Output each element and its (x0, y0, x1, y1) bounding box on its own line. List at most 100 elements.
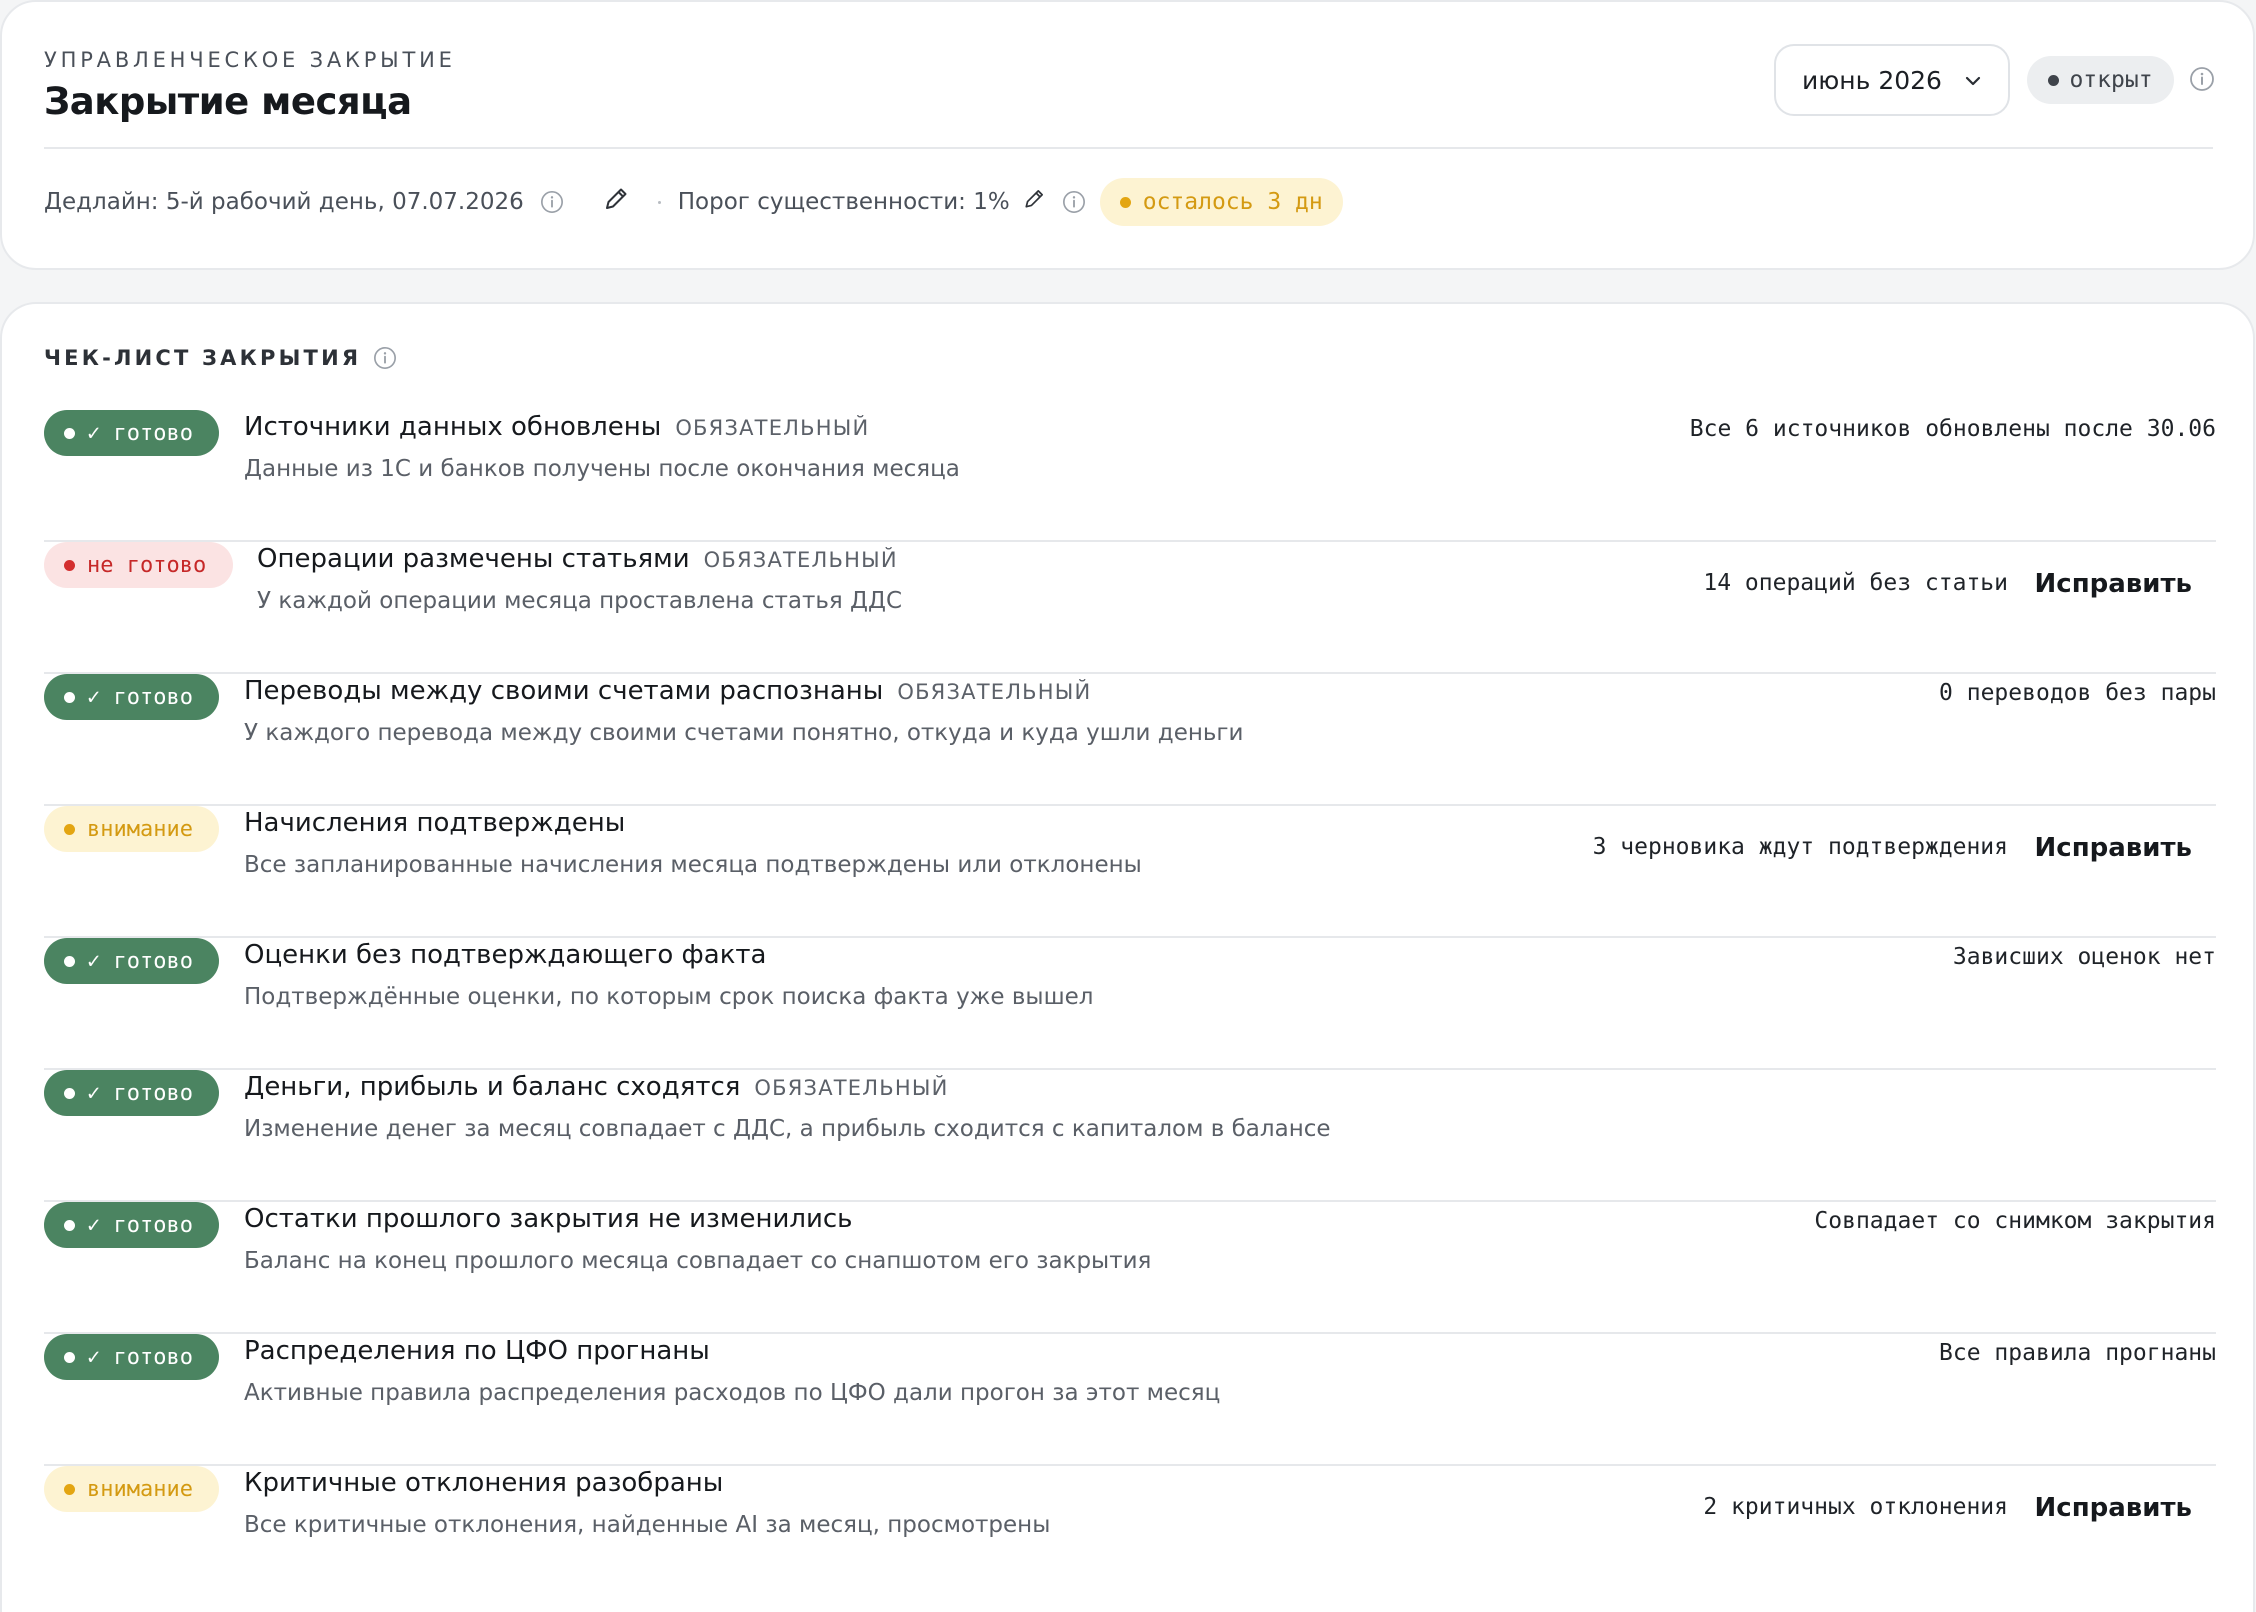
checklist-info-icon[interactable] (373, 346, 397, 370)
fix-button[interactable]: Исправить (2035, 1488, 2192, 1528)
badge-dot (64, 1483, 75, 1495)
status-badge-ready: ✓ готово (44, 410, 219, 456)
status-dot (2048, 74, 2060, 86)
badge-label: внимание (87, 1476, 193, 1502)
info-icon[interactable] (2189, 66, 2215, 92)
remaining-dot (1119, 196, 1131, 208)
item-title-text: Оценки без подтверждающего факта (244, 940, 767, 970)
checklist-row: ✓ готово Распределения по ЦФО прогнаны А… (44, 1334, 2216, 1466)
required-tag: ОБЯЗАТЕЛЬНЫЙ (675, 416, 870, 440)
badge-label: ✓ готово (87, 684, 193, 710)
checklist-row: не готово Операции размечены статьями ОБ… (44, 542, 2216, 674)
status-badge-attention: внимание (44, 1466, 219, 1512)
status-badge-not-ready: не готово (44, 542, 233, 588)
item-status-text: Совпадает со снимком закрытия (1814, 1208, 2216, 1234)
badge-label: ✓ готово (87, 1080, 193, 1106)
badge-label: не готово (87, 552, 207, 578)
item-status-text: Все правила прогнаны (1939, 1340, 2216, 1366)
header-divider (44, 147, 2213, 149)
item-title: Остатки прошлого закрытия не изменились (244, 1204, 852, 1234)
item-title: Переводы между своими счетами распознаны… (244, 676, 1091, 706)
badge-dot (64, 1219, 75, 1231)
item-title: Деньги, прибыль и баланс сходятся ОБЯЗАТ… (244, 1072, 949, 1102)
status-badge-ready: ✓ готово (44, 1334, 219, 1380)
remaining-days-label: осталось 3 дн (1142, 189, 1323, 215)
badge-label: ✓ готово (87, 1344, 193, 1370)
deadline-info-icon[interactable] (540, 190, 564, 214)
item-title-text: Источники данных обновлены (244, 412, 662, 442)
materiality-info-icon[interactable] (1062, 190, 1086, 214)
close-meta-row: Дедлайн: 5-й рабочий день, 07.07.2026 По… (44, 177, 1343, 227)
checklist-row: ✓ готово Деньги, прибыль и баланс сходят… (44, 1070, 2216, 1202)
item-title-text: Распределения по ЦФО прогнаны (244, 1336, 710, 1366)
item-description: У каждого перевода между своими счетами … (244, 720, 1244, 746)
item-description: Изменение денег за месяц совпадает с ДДС… (244, 1116, 1331, 1142)
item-title: Источники данных обновлены ОБЯЗАТЕЛЬНЫЙ (244, 412, 869, 442)
required-tag: ОБЯЗАТЕЛЬНЫЙ (703, 548, 898, 572)
badge-label: ✓ готово (87, 948, 193, 974)
item-title-text: Операции размечены статьями (257, 544, 690, 574)
item-title-text: Переводы между своими счетами распознаны (244, 676, 884, 706)
checklist-row: ✓ готово Остатки прошлого закрытия не из… (44, 1202, 2216, 1334)
checklist-row: ✓ готово Переводы между своими счетами р… (44, 674, 2216, 806)
item-description: Подтверждённые оценки, по которым срок п… (244, 984, 1094, 1010)
badge-label: ✓ готово (87, 420, 193, 446)
materiality-edit-pencil-icon[interactable] (1022, 187, 1046, 217)
remaining-days-badge: осталось 3 дн (1099, 178, 1343, 226)
separator-dot (657, 200, 661, 204)
checklist-card: ЧЕК-ЛИСТ ЗАКРЫТИЯ ✓ готово Источники дан… (0, 302, 2255, 1612)
fix-button[interactable]: Исправить (2035, 564, 2192, 604)
materiality-text: Порог существенности: 1% (677, 189, 1010, 215)
status-badge-ready: ✓ готово (44, 938, 219, 984)
item-title-text: Критичные отклонения разобраны (244, 1468, 724, 1498)
status-badge-ready: ✓ готово (44, 1202, 219, 1248)
page-title: Закрытие месяца (44, 80, 412, 123)
required-tag: ОБЯЗАТЕЛЬНЫЙ (754, 1076, 949, 1100)
item-description: У каждой операции месяца проставлена ста… (257, 588, 903, 614)
item-description: Активные правила распределения расходов … (244, 1380, 1221, 1406)
item-status-text: Все 6 источников обновлены после 30.06 (1689, 416, 2216, 442)
item-status-text: 3 черновика ждут подтверждения (1592, 834, 2008, 860)
status-badge-ready: ✓ готово (44, 1070, 219, 1116)
item-status-text: 14 операций без статьи (1703, 570, 2008, 596)
deadline-edit-pencil-icon[interactable] (602, 185, 630, 219)
badge-dot (64, 955, 75, 967)
item-title: Распределения по ЦФО прогнаны (244, 1336, 710, 1366)
item-title: Операции размечены статьями ОБЯЗАТЕЛЬНЫЙ (257, 544, 898, 574)
period-select[interactable]: июнь 2026 (1774, 44, 2010, 116)
period-select-value: июнь 2026 (1802, 65, 1942, 95)
item-description: Данные из 1С и банков получены после око… (244, 456, 960, 482)
status-badge: открыт (2027, 56, 2174, 104)
item-description: Баланс на конец прошлого месяца совпадае… (244, 1248, 1152, 1274)
fix-button[interactable]: Исправить (2035, 828, 2192, 868)
checklist-row: ✓ готово Оценки без подтверждающего факт… (44, 938, 2216, 1070)
item-description: Все запланированные начисления месяца по… (244, 852, 1142, 878)
item-title-text: Остатки прошлого закрытия не изменились (244, 1204, 853, 1234)
item-status-text: Зависших оценок нет (1952, 944, 2216, 970)
badge-dot (64, 1351, 75, 1363)
badge-label: ✓ готово (87, 1212, 193, 1238)
status-label: открыт (2069, 67, 2153, 93)
required-tag: ОБЯЗАТЕЛЬНЫЙ (897, 680, 1092, 704)
badge-label: внимание (87, 816, 193, 842)
item-status-text: 0 переводов без пары (1939, 680, 2216, 706)
status-badge-attention: внимание (44, 806, 219, 852)
item-title-text: Начисления подтверждены (244, 808, 626, 838)
item-title: Оценки без подтверждающего факта (244, 940, 766, 970)
close-header-card: УПРАВЛЕНЧЕСКОЕ ЗАКРЫТИЕ Закрытие месяца … (0, 0, 2255, 270)
page-eyebrow: УПРАВЛЕНЧЕСКОЕ ЗАКРЫТИЕ (44, 48, 456, 72)
status-badge-ready: ✓ готово (44, 674, 219, 720)
item-status-text: 2 критичных отклонения (1703, 1494, 2008, 1520)
checklist-row: ✓ готово Источники данных обновлены ОБЯЗ… (44, 410, 2216, 542)
item-title: Начисления подтверждены (244, 808, 625, 838)
checklist-row: внимание Критичные отклонения разобраны … (44, 1466, 2216, 1598)
chevron-down-icon (1965, 76, 1981, 86)
badge-dot (64, 1087, 75, 1099)
item-description: Все критичные отклонения, найденные AI з… (244, 1512, 1051, 1538)
checklist-title-label: ЧЕК-ЛИСТ ЗАКРЫТИЯ (44, 346, 362, 370)
item-title-text: Деньги, прибыль и баланс сходятся (244, 1072, 741, 1102)
badge-dot (64, 691, 75, 703)
checklist-title: ЧЕК-ЛИСТ ЗАКРЫТИЯ (44, 346, 397, 370)
badge-dot (64, 559, 75, 571)
badge-dot (64, 427, 75, 439)
